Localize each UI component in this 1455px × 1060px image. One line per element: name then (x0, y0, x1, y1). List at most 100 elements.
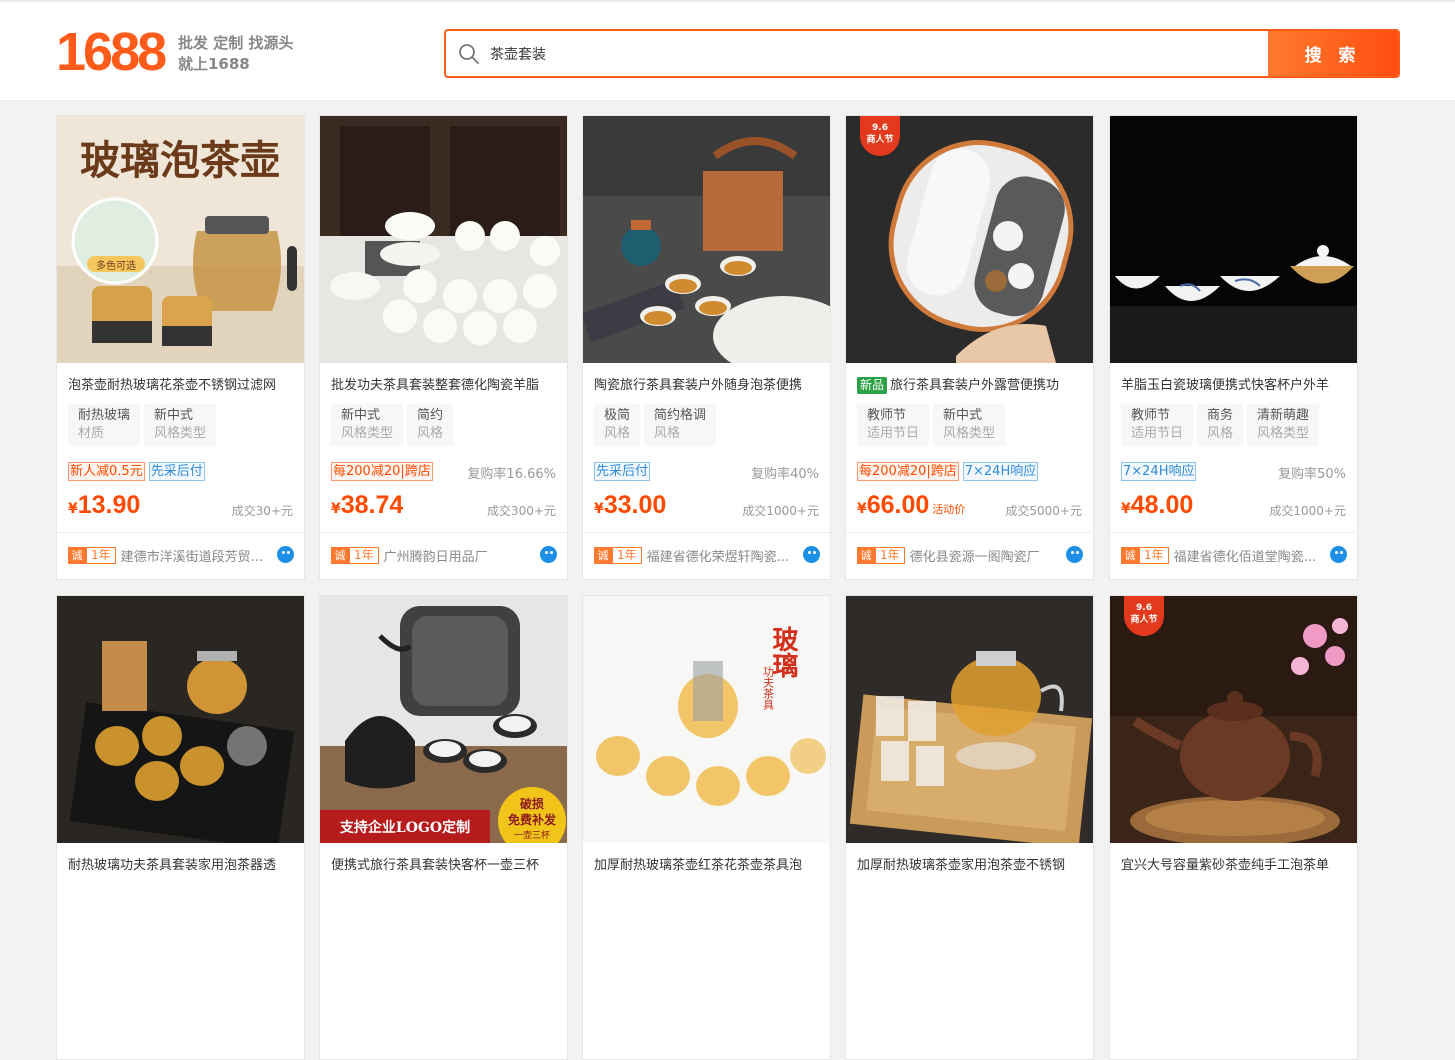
wangwang-chat-icon[interactable] (1066, 546, 1083, 563)
chengxin-badge: 诚 (1121, 547, 1139, 564)
promo-tags: 7×24H响应 (1121, 462, 1197, 481)
product-image[interactable]: 支持企业LOGO定制 破损 免费补发 一壶三杯 (320, 596, 567, 843)
divider (1110, 532, 1357, 533)
product-attrs: 教师节 适用节日 新中式 风格类型 (857, 404, 1006, 446)
product-title[interactable]: 宜兴大号容量紫砂茶壶纯手工泡茶单 (1121, 856, 1349, 876)
attr-tag: 新中式 风格类型 (144, 404, 217, 446)
shop-name[interactable]: 德化县瓷源一阁陶瓷厂 (910, 546, 1060, 565)
search-icon (459, 44, 479, 64)
product-image[interactable]: 玻璃 功夫茶具 (583, 596, 830, 843)
chengxin-badge: 诚 (331, 547, 349, 564)
divider (320, 532, 567, 533)
attr-tag: 教师节 适用节日 (1121, 404, 1194, 446)
product-card[interactable]: 加厚耐热玻璃茶壶家用泡茶壶不锈钢 (845, 595, 1094, 1060)
promo-tag: 先采后付 (148, 462, 205, 481)
product-image[interactable] (320, 116, 567, 363)
product-card[interactable]: 陶瓷旅行茶具套装户外随身泡茶便携 极简 风格 简约格调 风格 先采后付 复购率40%… (582, 115, 831, 580)
promo-tag: 每200减20|跨店 (857, 462, 959, 481)
search-input[interactable] (490, 31, 1270, 76)
shop-name[interactable]: 福建省德化荣煜轩陶瓷... (647, 546, 797, 565)
product-card[interactable]: 支持企业LOGO定制 破损 免费补发 一壶三杯 便携式旅行茶具套装快客杯一壶三杯 (319, 595, 568, 1060)
product-card[interactable]: 批发功夫茶具套装整套德化陶瓷羊脂 新中式 风格类型 简约 风格 每200减20|跨店… (319, 115, 568, 580)
product-title[interactable]: 便携式旅行茶具套装快客杯一壶三杯 (331, 856, 559, 876)
product-attrs: 教师节 适用节日 商务 风格 清新萌趣 风格类型 (1121, 404, 1320, 446)
product-image[interactable]: 9.6 商人节 (846, 116, 1093, 363)
product-title[interactable]: 耐热玻璃功夫茶具套装家用泡茶器透 (68, 856, 296, 876)
product-card[interactable]: 9.6 商人节 新品 旅行茶具套装户外露营便携功 教师节 适用节日 新中式 风格类型 每… (845, 115, 1094, 580)
product-title[interactable]: 加厚耐热玻璃茶壶红茶花茶壶茶具泡 (594, 856, 822, 876)
slogan-line-1: 批发 定制 找源头 (178, 34, 294, 52)
repurchase-rate: 复购率16.66% (467, 467, 556, 482)
image-banner-text: 玻璃泡茶壶 (80, 137, 280, 184)
product-card[interactable]: 玻璃泡茶壶 多色可选 泡茶壶耐热玻璃花茶壶不锈钢过滤网 耐热玻璃 材质 新中式 风格… (56, 115, 305, 580)
seal-line-2: 免费补发 (508, 812, 557, 827)
product-attrs: 极简 风格 简约格调 风格 (594, 404, 717, 446)
promo-tag: 每200减20|跨店 (331, 462, 433, 481)
product-card[interactable]: 耐热玻璃功夫茶具套装家用泡茶器透 (56, 595, 305, 1060)
promo-tag: 7×24H响应 (962, 462, 1039, 481)
price: ¥38.74 (331, 491, 404, 519)
product-image[interactable] (846, 596, 1093, 843)
wangwang-chat-icon[interactable] (803, 546, 820, 563)
product-attrs: 耐热玻璃 材质 新中式 风格类型 (68, 404, 217, 446)
promo-tag: 新人减0.5元 (68, 462, 145, 481)
new-product-tag: 新品 (857, 377, 888, 394)
image-small-text: 功夫茶具 (762, 666, 775, 710)
wangwang-chat-icon[interactable] (540, 546, 557, 563)
price: ¥66.00 活动价 (857, 491, 966, 519)
seal-line-3: 一壶三杯 (514, 829, 550, 841)
top-header: 1688 批发 定制 找源头 就上1688 搜 索 (0, 0, 1455, 101)
shop-row: 诚 1年 福建省德化佰道堂陶瓷... (1121, 546, 1347, 565)
shop-row: 诚 1年 福建省德化荣煜轩陶瓷... (594, 546, 820, 565)
logo-1688[interactable]: 1688 (56, 20, 167, 84)
seal-line-1: 破损 (520, 796, 544, 811)
years-badge: 1年 (875, 547, 905, 564)
product-attrs: 新中式 风格类型 简约 风格 (331, 404, 454, 446)
years-badge: 1年 (86, 547, 116, 564)
search-box: 搜 索 (444, 29, 1400, 78)
product-title[interactable]: 陶瓷旅行茶具套装户外随身泡茶便携 (594, 376, 822, 396)
search-button[interactable]: 搜 索 (1268, 31, 1398, 76)
repurchase-rate: 复购率50% (1278, 467, 1346, 482)
shop-row: 诚 1年 建德市洋溪街道段芳贸... (68, 546, 294, 565)
promo-tags: 每200减20|跨店 (331, 462, 433, 481)
product-image[interactable] (1110, 116, 1357, 363)
product-image[interactable]: 玻璃泡茶壶 多色可选 (57, 116, 304, 363)
attr-tag: 极简 风格 (594, 404, 641, 446)
shop-name[interactable]: 福建省德化佰道堂陶瓷... (1174, 546, 1324, 565)
wangwang-chat-icon[interactable] (1330, 546, 1347, 563)
promo-tags: 先采后付 (594, 462, 651, 481)
attr-tag: 简约 风格 (407, 404, 454, 446)
price: ¥48.00 (1121, 491, 1194, 519)
shop-name[interactable]: 广州腾韵日用品厂 (384, 546, 534, 565)
product-title[interactable]: 羊脂玉白瓷玻璃便携式快客杯户外羊 (1121, 376, 1349, 396)
product-card[interactable]: 9.6 商人节 宜兴大号容量紫砂茶壶纯手工泡茶单 (1109, 595, 1358, 1060)
repurchase-rate: 复购率40% (751, 467, 819, 482)
product-title[interactable]: 加厚耐热玻璃茶壶家用泡茶壶不锈钢 (857, 856, 1085, 876)
product-image[interactable] (583, 116, 830, 363)
divider (583, 532, 830, 533)
product-card[interactable]: 羊脂玉白瓷玻璃便携式快客杯户外羊 教师节 适用节日 商务 风格 清新萌趣 风格类型 7… (1109, 115, 1358, 580)
promo-badge: 9.6 商人节 (860, 116, 900, 156)
wangwang-chat-icon[interactable] (277, 546, 294, 563)
product-card[interactable]: 玻璃 功夫茶具 加厚耐热玻璃茶壶红茶花茶壶茶具泡 (582, 595, 831, 1060)
logo-slogan: 批发 定制 找源头 就上1688 (178, 33, 293, 75)
sold-count: 成交5000+元 (1005, 504, 1082, 518)
promo-tags: 新人减0.5元 先采后付 (68, 462, 205, 481)
product-title[interactable]: 新品 旅行茶具套装户外露营便携功 (857, 376, 1085, 396)
product-image[interactable] (57, 596, 304, 843)
attr-tag: 清新萌趣 风格类型 (1247, 404, 1320, 446)
attr-tag: 简约格调 风格 (644, 404, 717, 446)
attr-tag: 耐热玻璃 材质 (68, 404, 141, 446)
shop-row: 诚 1年 广州腾韵日用品厂 (331, 546, 557, 565)
promo-badge: 9.6 商人节 (1124, 596, 1164, 636)
product-title[interactable]: 泡茶壶耐热玻璃花茶壶不锈钢过滤网 (68, 376, 296, 396)
shop-name[interactable]: 建德市洋溪街道段芳贸... (121, 546, 271, 565)
image-banner-text: 支持企业LOGO定制 (339, 819, 470, 836)
image-bubble-text: 多色可选 (96, 259, 136, 272)
promo-tags: 每200减20|跨店 7×24H响应 (857, 462, 1039, 481)
product-image[interactable]: 9.6 商人节 (1110, 596, 1357, 843)
sold-count: 成交1000+元 (742, 504, 819, 518)
years-badge: 1年 (1139, 547, 1169, 564)
product-title[interactable]: 批发功夫茶具套装整套德化陶瓷羊脂 (331, 376, 559, 396)
